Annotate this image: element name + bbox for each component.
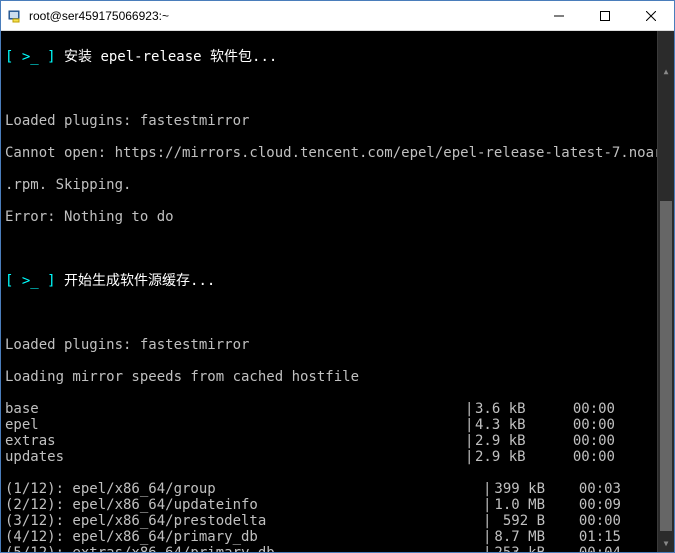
scroll-down-icon[interactable]: ▼: [658, 535, 674, 552]
separator: |: [483, 497, 493, 513]
repo-size: 2.9 kB: [475, 433, 545, 449]
close-button[interactable]: [628, 1, 674, 31]
package-name: (3/12): epel/x86_64/prestodelta: [5, 513, 483, 529]
repo-name: epel: [5, 417, 465, 433]
package-row: (1/12): epel/x86_64/group|399 kB00:03: [5, 481, 670, 497]
package-time: 00:09: [551, 497, 621, 513]
repo-time: 00:00: [545, 449, 615, 465]
terminal[interactable]: [ >_ ] 安装 epel-release 软件包... Loaded plu…: [1, 31, 674, 552]
output-line: Loading mirror speeds from cached hostfi…: [5, 369, 670, 385]
separator: |: [465, 449, 475, 465]
package-size: 1.0 MB: [493, 497, 551, 513]
repo-time: 00:00: [545, 417, 615, 433]
separator: |: [483, 513, 493, 529]
package-time: 00:04: [551, 545, 621, 552]
repo-time: 00:00: [545, 401, 615, 417]
separator: |: [465, 433, 475, 449]
step-text: 安装 epel-release 软件包...: [64, 49, 277, 65]
repo-name: base: [5, 401, 465, 417]
repo-row: epel| 4.3 kB00:00: [5, 417, 670, 433]
output-line: .rpm. Skipping.: [5, 177, 670, 193]
repo-name: updates: [5, 449, 465, 465]
package-size: 399 kB: [493, 481, 551, 497]
package-time: 01:15: [551, 529, 621, 545]
package-size: 8.7 MB: [493, 529, 551, 545]
putty-icon: [7, 8, 23, 24]
output-line: Error: Nothing to do: [5, 209, 670, 225]
package-name: (5/12): extras/x86_64/primary_db: [5, 545, 483, 552]
repo-row: base| 3.6 kB00:00: [5, 401, 670, 417]
repo-size: 4.3 kB: [475, 417, 545, 433]
separator: |: [465, 417, 475, 433]
repo-size: 2.9 kB: [475, 449, 545, 465]
minimize-button[interactable]: [536, 1, 582, 31]
scroll-up-icon[interactable]: ▲: [658, 63, 674, 80]
package-name: (4/12): epel/x86_64/primary_db: [5, 529, 483, 545]
window-title: root@ser459175066923:~: [29, 9, 536, 23]
package-size: 253 kB: [493, 545, 551, 552]
titlebar[interactable]: root@ser459175066923:~: [1, 1, 674, 31]
window-controls: [536, 1, 674, 31]
package-row: (4/12): epel/x86_64/primary_db|8.7 MB01:…: [5, 529, 670, 545]
package-row: (3/12): epel/x86_64/prestodelta| 592 B00…: [5, 513, 670, 529]
maximize-button[interactable]: [582, 1, 628, 31]
output-line: Cannot open: https://mirrors.cloud.tence…: [5, 145, 670, 161]
package-row: (5/12): extras/x86_64/primary_db|253 kB0…: [5, 545, 670, 552]
scrollbar[interactable]: ▲ ▼: [657, 31, 674, 552]
package-row: (2/12): epel/x86_64/updateinfo|1.0 MB00:…: [5, 497, 670, 513]
package-time: 00:03: [551, 481, 621, 497]
step-text: 开始生成软件源缓存...: [64, 273, 215, 289]
output-line: Loaded plugins: fastestmirror: [5, 337, 670, 353]
separator: |: [465, 401, 475, 417]
step-prefix: [ >_ ]: [5, 49, 64, 65]
window-frame: root@ser459175066923:~ [ >_ ] 安装 epel-re…: [0, 0, 675, 553]
repo-time: 00:00: [545, 433, 615, 449]
repo-name: extras: [5, 433, 465, 449]
repo-row: updates| 2.9 kB00:00: [5, 449, 670, 465]
scroll-thumb[interactable]: [660, 201, 672, 531]
package-time: 00:00: [551, 513, 621, 529]
package-name: (2/12): epel/x86_64/updateinfo: [5, 497, 483, 513]
separator: |: [483, 545, 493, 552]
repo-row: extras| 2.9 kB00:00: [5, 433, 670, 449]
separator: |: [483, 481, 493, 497]
package-size: 592 B: [493, 513, 551, 529]
package-name: (1/12): epel/x86_64/group: [5, 481, 483, 497]
output-line: Loaded plugins: fastestmirror: [5, 113, 670, 129]
separator: |: [483, 529, 493, 545]
step-prefix: [ >_ ]: [5, 273, 64, 289]
repo-size: 3.6 kB: [475, 401, 545, 417]
